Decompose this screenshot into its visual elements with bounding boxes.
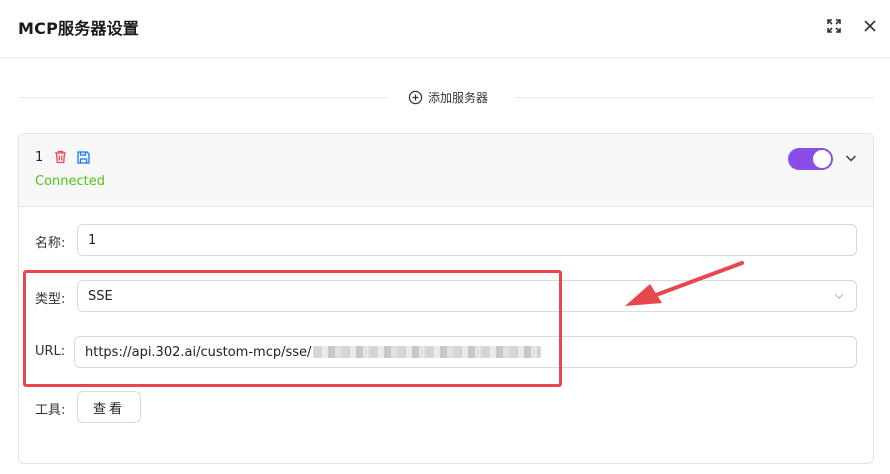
name-input[interactable]: 1 (77, 224, 857, 256)
divider-line-left (18, 97, 388, 98)
chevron-down-icon[interactable] (843, 150, 859, 166)
divider-line-right (514, 97, 874, 98)
trash-icon[interactable] (52, 149, 68, 165)
server-enable-toggle[interactable] (788, 148, 833, 170)
view-tools-button[interactable]: 查看 (77, 391, 141, 423)
tools-label: 工具: (35, 403, 66, 418)
select-chevron-icon (834, 293, 844, 300)
server-name: 1 (35, 150, 44, 165)
server-card: 1 Connected 名称: 1 类型: SSE URL: https://a… (18, 133, 874, 464)
save-icon[interactable] (75, 149, 91, 165)
type-value: SSE (88, 288, 113, 304)
type-label: 类型: (35, 292, 66, 307)
add-server-divider: 添加服务器 (18, 86, 874, 108)
plus-circle-icon (408, 90, 423, 104)
dialog-header: MCP服务器设置 (0, 0, 890, 58)
url-label: URL: (35, 344, 66, 359)
add-server-button[interactable]: 添加服务器 (404, 86, 501, 108)
url-input[interactable]: https://api.302.ai/custom-mcp/sse/ (74, 336, 857, 368)
name-value: 1 (88, 232, 97, 248)
add-server-label: 添加服务器 (428, 90, 489, 105)
server-card-header[interactable]: 1 Connected (19, 134, 873, 207)
dialog-title: MCP服务器设置 (18, 19, 139, 38)
maximize-icon[interactable] (824, 16, 844, 36)
type-select[interactable]: SSE (77, 280, 857, 312)
connection-status: Connected (35, 174, 106, 189)
name-label: 名称: (35, 236, 66, 251)
close-icon[interactable] (860, 16, 880, 36)
toggle-knob (813, 150, 831, 168)
url-value: https://api.302.ai/custom-mcp/sse/ (85, 344, 312, 360)
url-redacted-blur (313, 346, 542, 358)
